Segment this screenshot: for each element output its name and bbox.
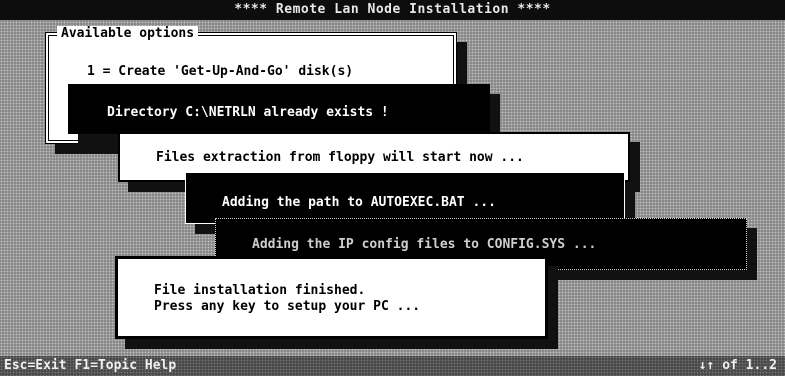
window-title: **** Remote Lan Node Installation **** (234, 2, 551, 17)
dos-installer-screen: **** Remote Lan Node Installation **** A… (0, 0, 785, 376)
adding-path-text: Adding the path to AUTOEXEC.BAT ... (222, 195, 496, 210)
title-bar: **** Remote Lan Node Installation **** (0, 0, 785, 20)
help-keys[interactable]: Esc=Exit F1=Topic Help (4, 356, 176, 376)
extraction-text: Files extraction from floppy will start … (156, 150, 524, 165)
page-indicator: ↓↑ of 1..2 (698, 358, 777, 373)
option-create-disk[interactable]: 1 = Create 'Get-Up-And-Go' disk(s) (87, 64, 353, 79)
finished-line-2: Press any key to setup your PC ... (154, 299, 421, 314)
adding-path-dialog: Adding the path to AUTOEXEC.BAT ... (185, 172, 625, 224)
adding-ip-text: Adding the IP config files to CONFIG.SYS… (252, 237, 597, 252)
directory-exists-dialog: Directory C:\NETRLN already exists ! (68, 84, 490, 134)
options-legend: Available options (57, 26, 199, 41)
installation-finished-dialog: File installation finished. Press any ke… (115, 256, 548, 339)
status-bar: Esc=Exit F1=Topic Help ↓↑ of 1..2 (0, 356, 785, 376)
finished-line-1: File installation finished. (154, 283, 366, 298)
directory-exists-text: Directory C:\NETRLN already exists ! (107, 105, 389, 120)
